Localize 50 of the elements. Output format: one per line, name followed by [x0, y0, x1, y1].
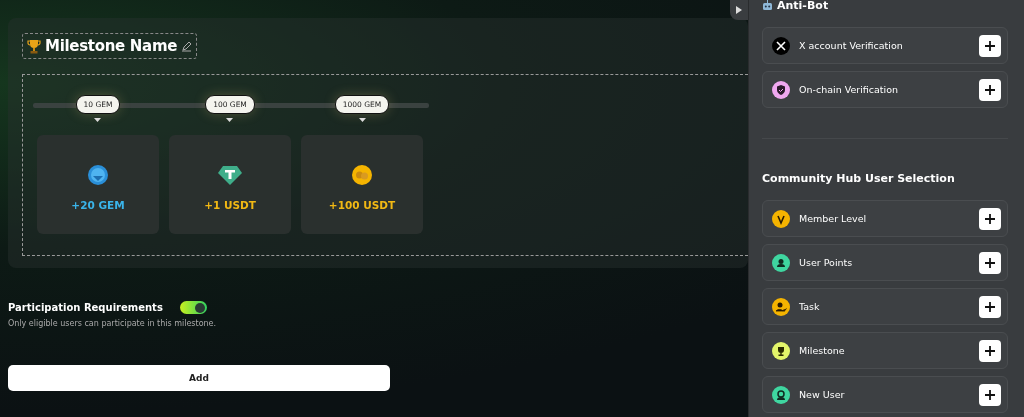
reward-amount: +1 USDT: [204, 199, 256, 211]
item-label: X account Verification: [799, 40, 904, 51]
item-label: Milestone: [799, 345, 846, 356]
item-label: New User: [799, 389, 846, 400]
shield-icon: [772, 80, 790, 99]
item-label: Member Level: [799, 213, 868, 224]
milestone-title: Milestone Name: [45, 37, 178, 55]
user-icon: [772, 253, 790, 272]
add-item-button[interactable]: [979, 251, 1001, 274]
collapse-tab[interactable]: [730, 0, 748, 20]
tether-icon: [218, 164, 242, 186]
robot-icon: [762, 0, 773, 11]
plus-icon: [985, 389, 995, 400]
reward-amount: +20 GEM: [71, 199, 125, 211]
pointer-icon: [94, 118, 102, 122]
level-badge-icon: [772, 209, 790, 228]
new-user-icon: [772, 385, 790, 404]
add-item-button[interactable]: [979, 383, 1001, 406]
plus-icon: [985, 40, 995, 51]
pointer-icon: [226, 118, 234, 122]
item-label: User Points: [799, 257, 854, 268]
add-item-button[interactable]: [979, 207, 1001, 230]
add-item-button[interactable]: [979, 34, 1001, 57]
item-label: On-chain Verification: [799, 84, 900, 95]
x-logo-icon: [772, 36, 790, 55]
plus-icon: [985, 257, 995, 268]
add-item-button[interactable]: [979, 339, 1001, 362]
plus-icon: [985, 301, 995, 312]
requirements-description: Only eligible users can participate in this milestone.: [8, 319, 217, 328]
section-title: Community Hub User Selection: [762, 171, 955, 185]
title-field[interactable]: Milestone Name: [22, 33, 198, 59]
section-title: Anti-Bot: [777, 0, 829, 12]
requirements-toggle[interactable]: [179, 301, 207, 314]
add-item-button[interactable]: [979, 295, 1001, 318]
task-user-icon: [772, 297, 790, 316]
plus-icon: [985, 84, 995, 95]
item-label: Task: [799, 301, 821, 312]
reward-amount: +100 USDT: [328, 199, 396, 211]
pencil-icon: [181, 40, 193, 52]
add-button[interactable]: Add: [8, 365, 390, 391]
add-item-button[interactable]: [979, 78, 1001, 101]
trophy-icon: [772, 341, 790, 360]
plus-icon: [985, 345, 995, 356]
gem-token-icon: [87, 164, 109, 186]
caret-icon: [736, 6, 742, 14]
requirements-label: Participation Requirements: [8, 302, 163, 313]
trophy-icon: [27, 38, 41, 54]
pointer-icon: [358, 118, 366, 122]
plus-icon: [985, 213, 995, 224]
coin-icon: [351, 164, 373, 186]
